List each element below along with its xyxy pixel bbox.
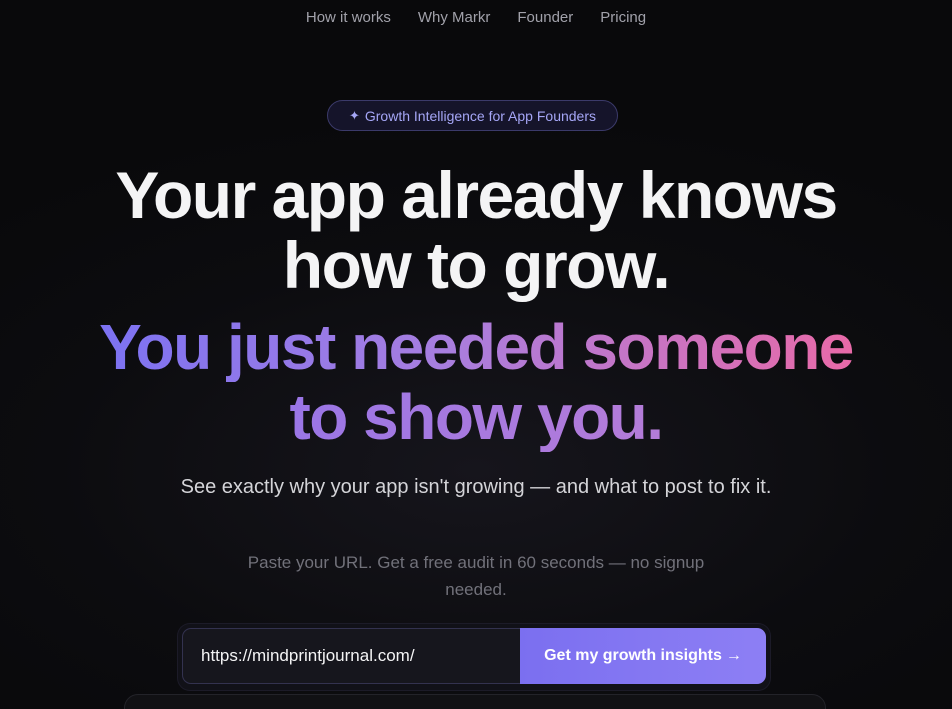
top-nav: How it works Why Markr Founder Pricing: [0, 0, 952, 36]
landing-page: How it works Why Markr Founder Pricing ✦…: [0, 0, 952, 709]
hero-note: Paste your URL. Get a free audit in 60 s…: [247, 553, 705, 599]
preview-card: [124, 694, 826, 709]
hero-subhead-line-2: to show you.: [289, 381, 664, 453]
sparkle-icon: ✦: [348, 107, 360, 123]
get-insights-button-label: Get my growth insights: [544, 647, 722, 664]
nav-link-why-markr[interactable]: Why Markr: [404, 0, 504, 36]
nav-link-pricing[interactable]: Pricing: [587, 0, 660, 36]
tagline-badge-label: Growth Intelligence for App Founders: [364, 107, 597, 124]
hero-subhead-line-1: You just needed someone: [99, 311, 854, 383]
nav-link-founder[interactable]: Founder: [504, 0, 587, 36]
hero-description: See exactly why your app isn't growing —…: [180, 476, 772, 498]
tagline-badge: ✦ Growth Intelligence for App Founders: [327, 100, 618, 131]
hero-headline-line-2: how to grow.: [282, 228, 671, 302]
nav-link-how-it-works[interactable]: How it works: [292, 0, 404, 36]
url-audit-form: Get my growth insights →: [178, 624, 770, 690]
arrow-right-icon: →: [725, 647, 742, 664]
hero-headline-line-1: Your app already knows: [115, 158, 838, 232]
url-input[interactable]: [182, 628, 520, 684]
hero-headline: Your app already knows how to grow.: [0, 160, 952, 300]
get-insights-button[interactable]: Get my growth insights →: [520, 628, 766, 684]
hero-subhead: You just needed someone to show you.: [0, 312, 952, 452]
